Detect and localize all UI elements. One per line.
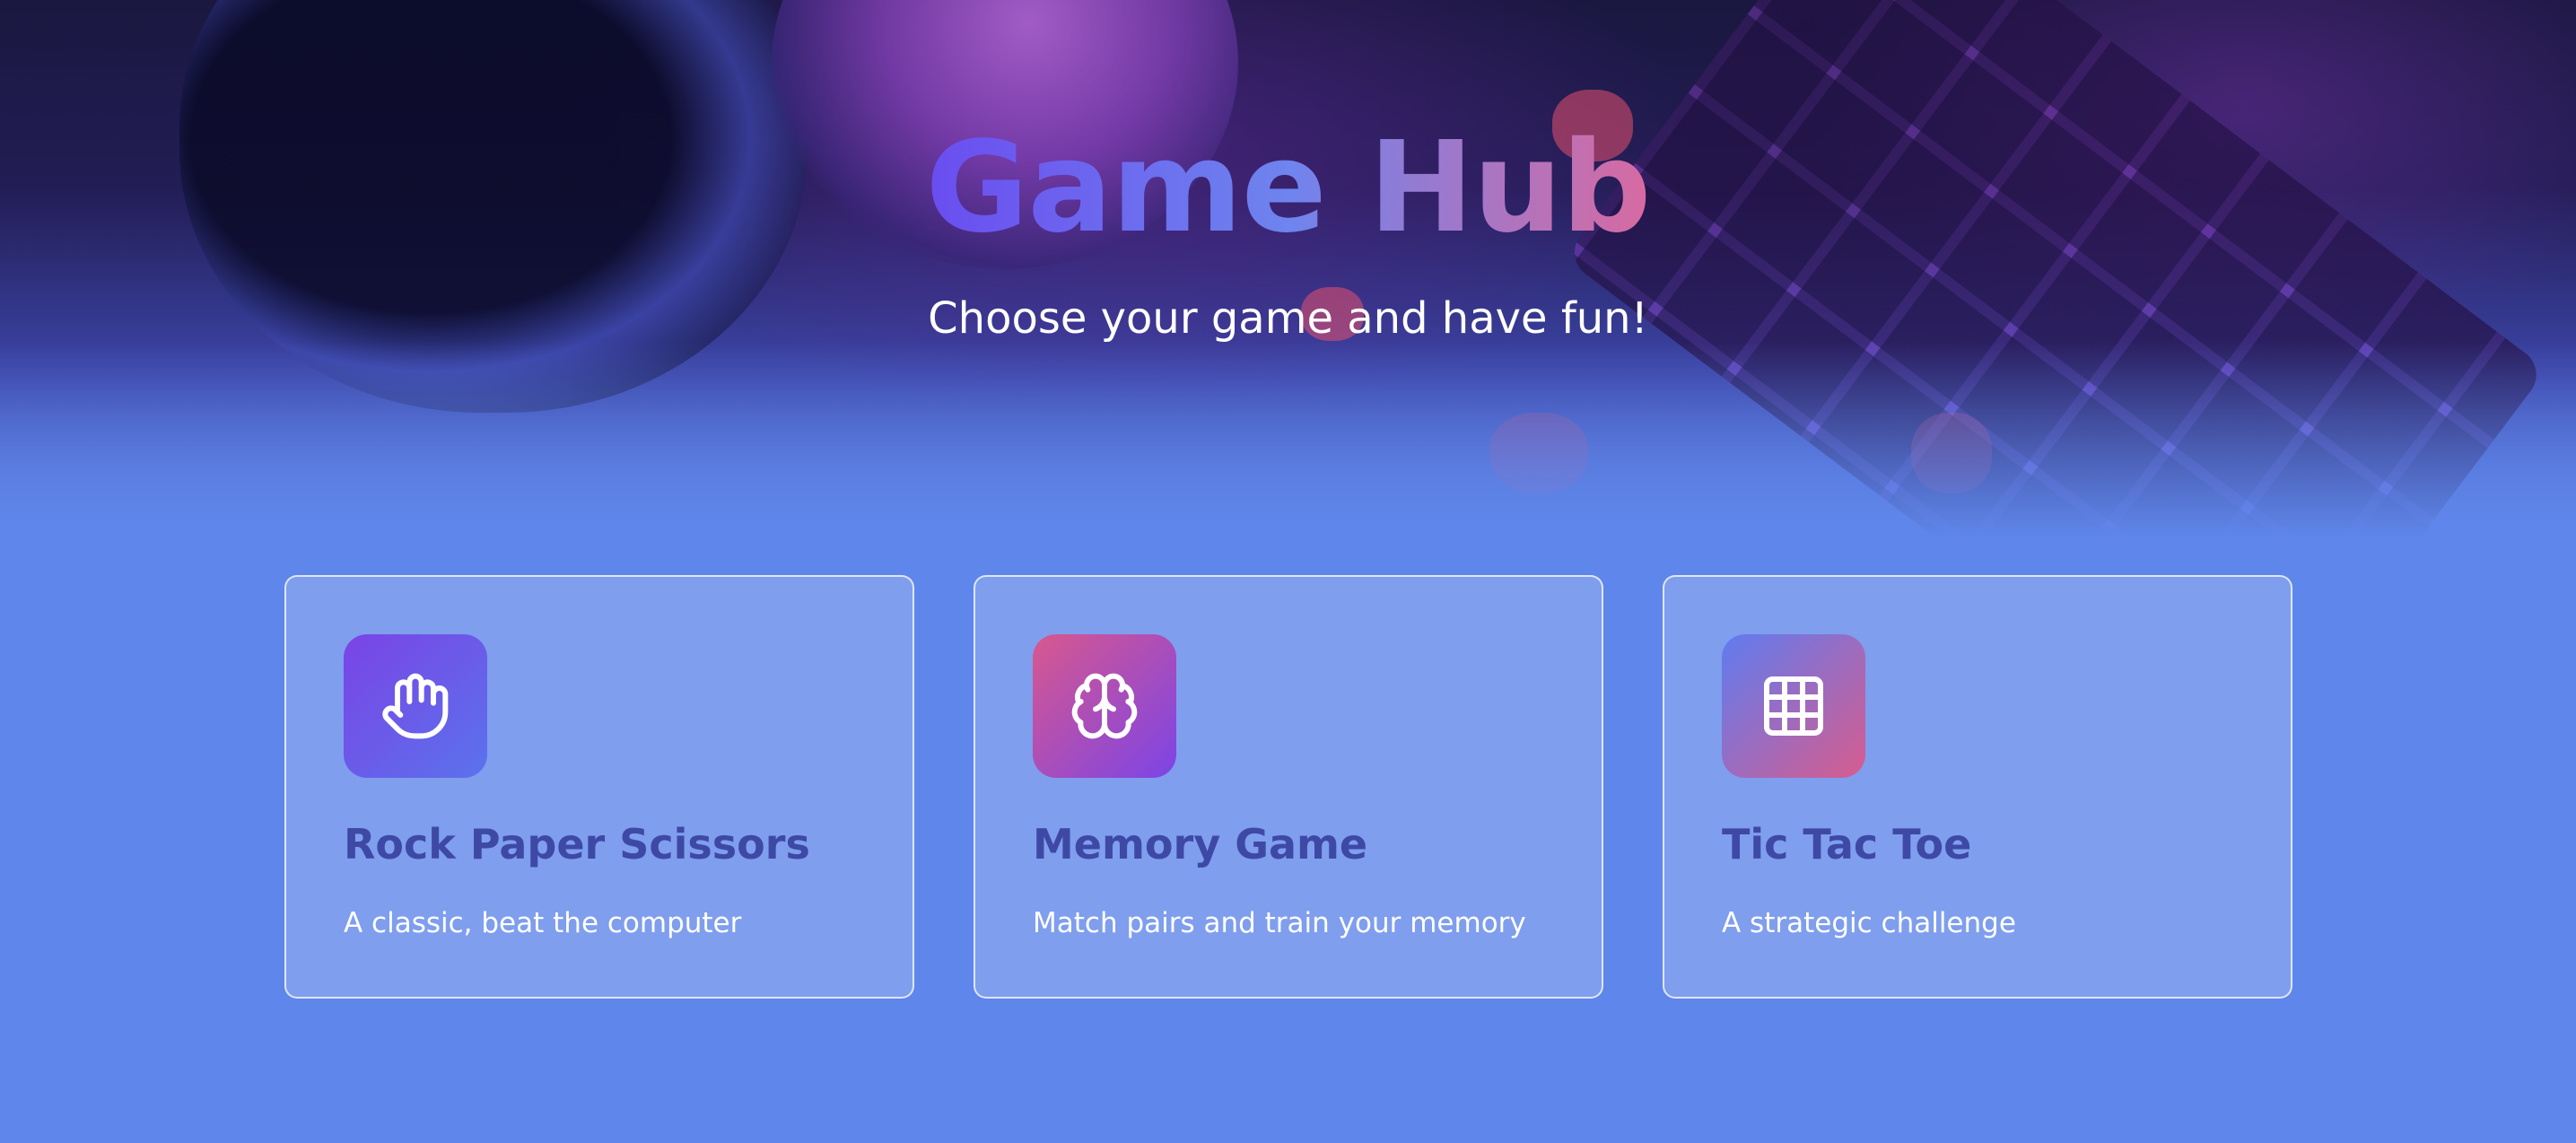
brain-icon — [1033, 634, 1176, 778]
card-description: A classic, beat the computer — [344, 907, 742, 939]
card-title: Tic Tac Toe — [1722, 820, 1972, 868]
page-title: Game Hub — [0, 117, 2576, 260]
card-title: Rock Paper Scissors — [344, 820, 810, 868]
card-title: Memory Game — [1033, 820, 1368, 868]
game-card-rock-paper-scissors[interactable]: Rock Paper Scissors A classic, beat the … — [284, 575, 914, 999]
game-card-tic-tac-toe[interactable]: Tic Tac Toe A strategic challenge — [1663, 575, 2292, 999]
page-title-text: Game Hub — [925, 115, 1651, 261]
card-description: A strategic challenge — [1722, 907, 2016, 939]
page-subtitle: Choose your game and have fun! — [928, 293, 1648, 344]
game-card-memory-game[interactable]: Memory Game Match pairs and train your m… — [974, 575, 1603, 999]
card-description: Match pairs and train your memory — [1033, 907, 1526, 939]
hand-icon — [344, 634, 487, 778]
game-cards: Rock Paper Scissors A classic, beat the … — [284, 575, 2294, 1000]
grid-icon — [1722, 634, 1865, 778]
hero-fade — [0, 341, 2576, 538]
hero-banner — [0, 0, 2576, 538]
